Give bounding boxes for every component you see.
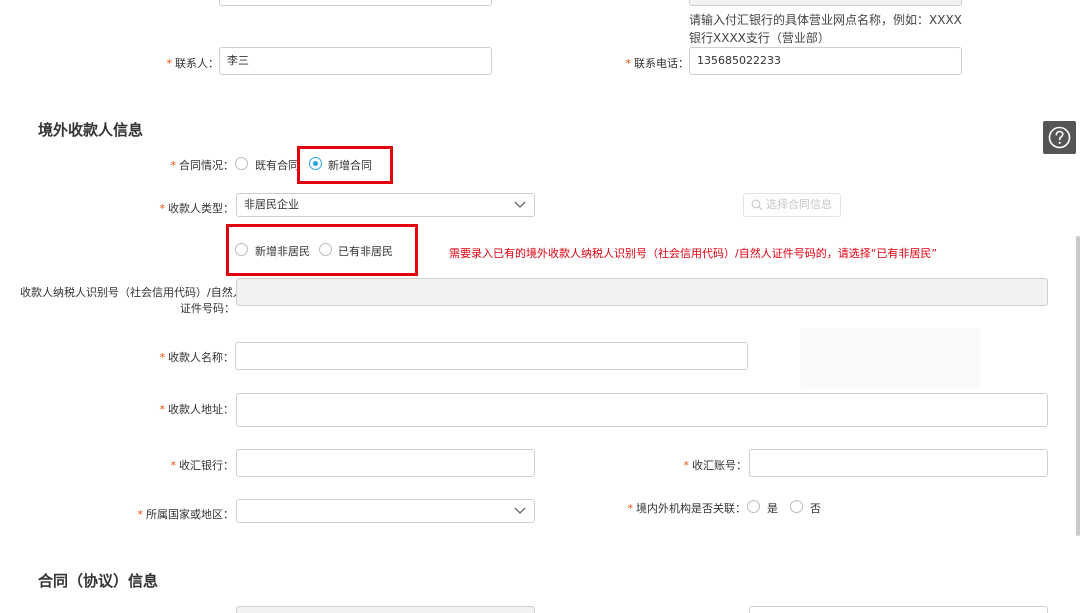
related-label: * 境内外机构是否关联： [627, 502, 747, 515]
bank-branch-hint: 请输入付汇银行的具体营业网点名称，例如：XXXX银行XXXX支行（营业部） [689, 13, 962, 45]
select-contract-button[interactable]: 选择合同信息 [743, 193, 841, 217]
phone-label: * 联系电话： [625, 57, 690, 70]
payee-section-title: 境外收款人信息 [38, 121, 144, 139]
payee-name-label: * 收款人名称： [159, 351, 235, 364]
phone-input[interactable]: 135685022233 [689, 47, 962, 75]
chevron-down-icon [514, 201, 526, 208]
search-icon [751, 199, 763, 211]
highlight-box-nonresident [226, 224, 418, 276]
faded-tooltip [800, 328, 980, 388]
contract-section-title: 合同（协议）信息 [38, 572, 159, 590]
radio-existing-contract-label[interactable]: 既有合同 [255, 157, 299, 173]
payee-type-label: * 收款人类型： [159, 202, 235, 215]
contract-status-label: * 合同情况： [170, 159, 235, 172]
payee-address-label: * 收款人地址： [159, 403, 235, 416]
radio-related-no[interactable] [790, 500, 803, 513]
tax-id-label: 收款人纳税人识别号（社会信用代码）/自然人 证件号码： [20, 286, 244, 315]
receiving-account-label: * 收汇账号： [683, 459, 748, 472]
radio-related-yes-label[interactable]: 是 [767, 500, 778, 516]
page-scrollbar[interactable] [1076, 236, 1080, 536]
country-select[interactable] [236, 499, 535, 523]
radio-related-no-label[interactable]: 否 [810, 500, 821, 516]
receiving-account-input[interactable] [749, 449, 1048, 477]
chevron-down-icon [514, 507, 526, 514]
tax-id-input [236, 278, 1048, 306]
contract-input-left[interactable] [236, 606, 535, 613]
nonresident-warning: 需要录入已有的境外收款人纳税人识别号（社会信用代码）/自然人证件号码的，请选择“… [449, 247, 938, 260]
radio-related-yes[interactable] [747, 500, 760, 513]
payee-name-input[interactable] [235, 342, 748, 370]
question-circle-icon [1048, 126, 1071, 149]
highlight-box-contract [297, 146, 393, 184]
bank-branch-input-right[interactable] [689, 0, 962, 6]
contact-label: * 联系人： [166, 57, 220, 70]
radio-existing-contract[interactable] [235, 157, 248, 170]
payee-type-select[interactable]: 非居民企业 [236, 193, 535, 217]
bank-branch-input-top[interactable] [219, 0, 492, 6]
receiving-bank-input[interactable] [236, 449, 535, 477]
contract-input-right[interactable] [749, 606, 1048, 613]
receiving-bank-label: * 收汇银行： [170, 459, 235, 472]
help-button[interactable] [1043, 121, 1076, 154]
payee-address-input[interactable] [236, 393, 1048, 427]
country-label: * 所属国家或地区： [137, 508, 235, 521]
contact-input[interactable]: 李三 [219, 47, 492, 75]
